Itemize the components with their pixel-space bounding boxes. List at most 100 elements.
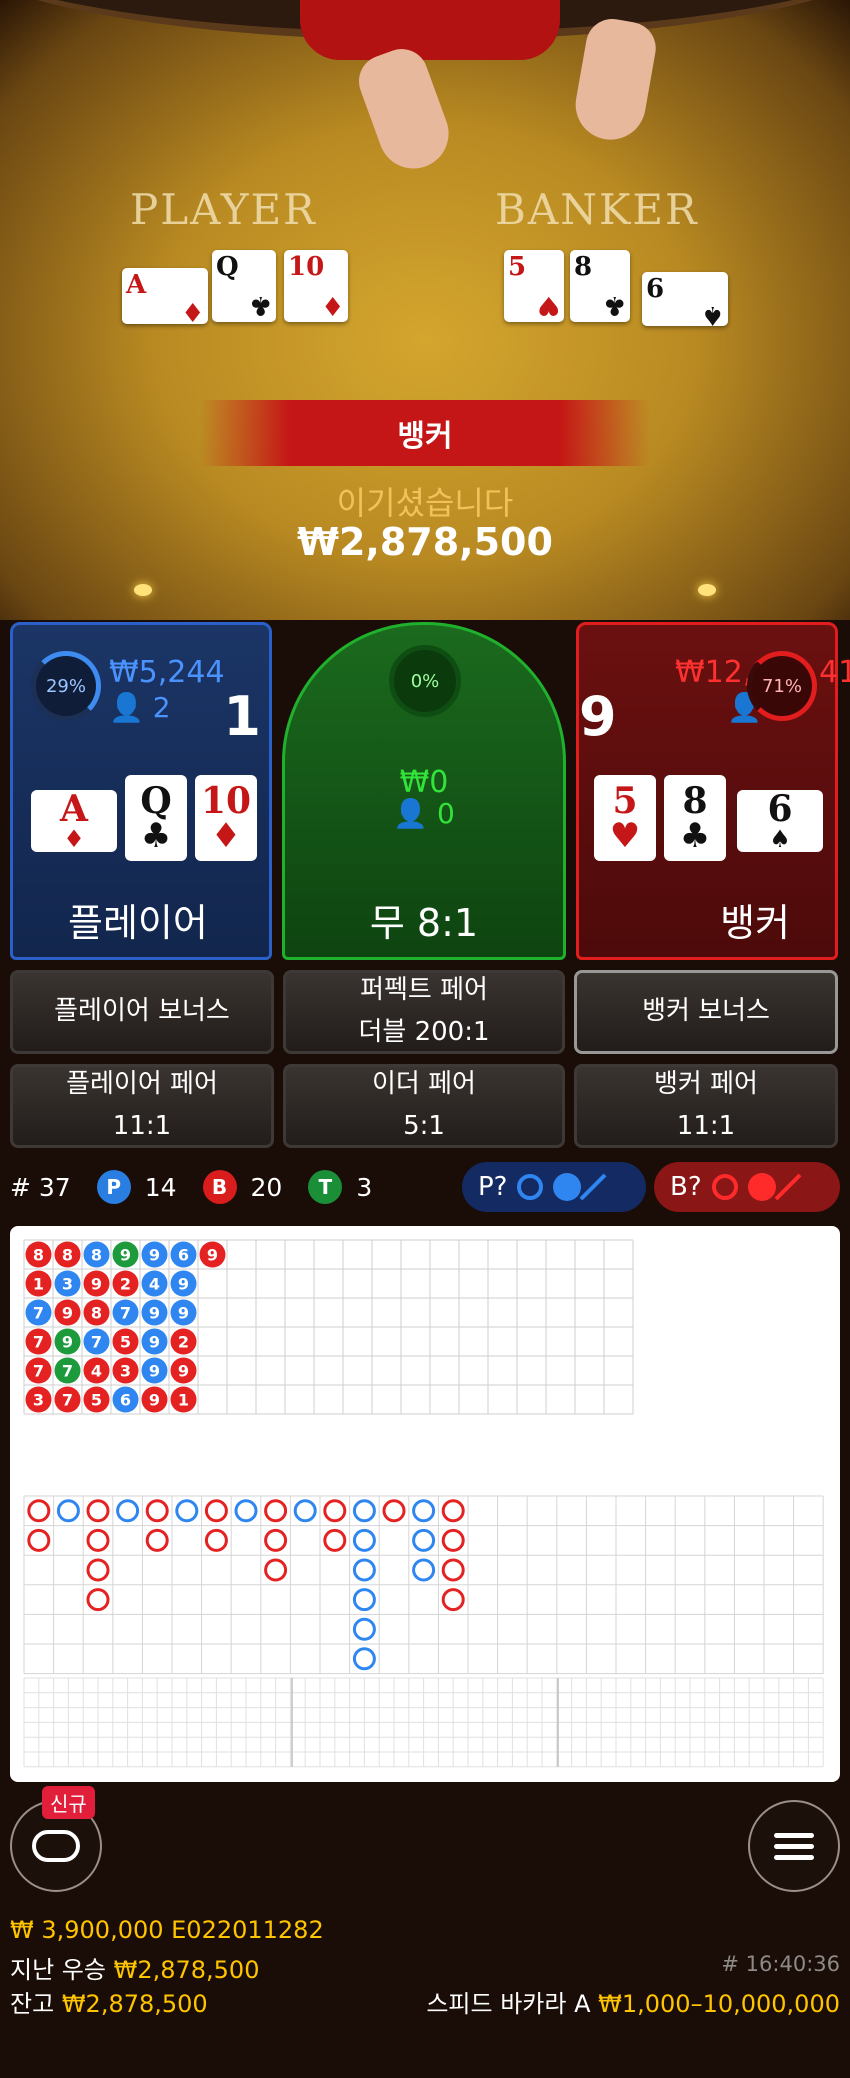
big-road-mark <box>145 1499 169 1523</box>
big-road-mark <box>145 1528 169 1552</box>
player-wins-icon: P <box>96 1170 131 1204</box>
bet-limits: ₩1,000–10,000,000 <box>598 1990 840 2018</box>
bead-road-value: 8 <box>33 1246 44 1265</box>
tie-bettor-count: 0 <box>436 797 455 830</box>
big-road-mark <box>441 1499 465 1523</box>
win-message: 이기셨습니다 <box>336 484 514 522</box>
table-lamp <box>134 584 152 596</box>
menu-button[interactable] <box>748 1800 840 1892</box>
player-bonus-button[interactable]: 플레이어 보너스 <box>10 970 274 1054</box>
card-rank: Q <box>140 780 172 822</box>
big-road-mark <box>441 1528 465 1552</box>
banker-zone-label: 뱅커 <box>720 901 790 945</box>
card-suit: ♠ <box>700 300 724 330</box>
big-road-mark <box>264 1499 288 1523</box>
card-suit: ♣ <box>248 290 272 320</box>
table-card-player-3: 10 ♦ <box>284 250 348 322</box>
slash-icon <box>580 1173 607 1201</box>
hollow-circle-icon <box>711 1174 738 1200</box>
big-road-mark <box>352 1558 376 1582</box>
banker-table-word: BANKER <box>495 185 699 234</box>
banker-pair-odds: 11:1 <box>676 1111 736 1141</box>
bead-road-value: 9 <box>149 1362 160 1381</box>
banker-percent: 71% <box>761 675 802 697</box>
big-road-mark <box>204 1528 228 1552</box>
player-bettors: 👤 2 <box>109 691 171 724</box>
banker-pair-label: 뱅커 페어 <box>654 1069 758 1100</box>
bead-road-value: 2 <box>178 1333 189 1352</box>
dealer-left-hand <box>351 41 459 179</box>
filled-circle-icon <box>553 1173 582 1201</box>
last-win: 지난 우승 ₩2,878,500 <box>10 1950 259 1985</box>
big-road-mark <box>382 1499 406 1523</box>
bead-road-value: 7 <box>33 1333 44 1352</box>
bead-road-value: 7 <box>33 1304 44 1323</box>
perfect-pair-button[interactable]: 퍼펙트 페어 더블 200:1 <box>283 970 565 1054</box>
big-road-mark <box>27 1499 51 1523</box>
big-road-mark <box>441 1588 465 1612</box>
person-icon: 👤 <box>109 691 144 724</box>
table-card-banker-2: 8 ♣ <box>570 250 630 322</box>
tie-percent-ring: 0% <box>389 645 461 717</box>
bead-road-value: 5 <box>120 1333 131 1352</box>
bead-road-value: 3 <box>33 1391 44 1410</box>
bead-road-value: 2 <box>120 1275 131 1294</box>
balance-label: 잔고 <box>10 1990 55 2018</box>
card-suit: ♠ <box>769 824 791 853</box>
hollow-circle-icon <box>517 1174 544 1200</box>
tie-bet-zone[interactable]: 0% ₩0 👤 0 무 8:1 <box>282 622 566 960</box>
player-percent-ring: 29% <box>31 651 101 721</box>
bead-road-value: 9 <box>149 1391 160 1410</box>
banker-ask-button[interactable]: B? <box>654 1162 840 1212</box>
player-percent: 29% <box>45 675 86 697</box>
big-road-mark <box>412 1499 436 1523</box>
card-suit: ♥ <box>609 816 641 856</box>
big-road-mark <box>56 1499 80 1523</box>
banker-wins-count: 20 <box>250 1172 283 1202</box>
card-suit: ♥ <box>536 290 560 320</box>
player-card-1: A ♦ <box>31 790 117 852</box>
card-suit: ♣ <box>602 290 626 320</box>
banker-bonus-button[interactable]: 뱅커 보너스 <box>574 970 838 1054</box>
bead-road-value: 8 <box>62 1246 73 1265</box>
banker-bet-zone[interactable]: ₩12,918.41 👤 6 71% 9 5♥ 8♣ 6♠ 뱅커 <box>576 622 850 960</box>
player-bet-zone[interactable]: 29% ₩5,244 👤 2 1 A ♦ Q ♣ 10 ♦ 플레이어 <box>10 622 272 960</box>
round-time: # 16:40:36 <box>721 1952 840 1976</box>
bead-road-value: 9 <box>178 1304 189 1323</box>
bead-road-value: 8 <box>91 1246 102 1265</box>
big-road-mark <box>293 1499 317 1523</box>
card-suit: ♦ <box>180 296 204 326</box>
big-road-mark <box>116 1499 140 1523</box>
card-suit: ♣ <box>140 816 172 856</box>
card-rank: 6 <box>767 788 793 830</box>
player-score: 1 <box>223 685 261 748</box>
player-ask-button[interactable]: P? <box>462 1162 646 1212</box>
card-rank: 6 <box>646 274 665 304</box>
big-road-mark <box>352 1588 376 1612</box>
big-road-mark <box>86 1499 110 1523</box>
big-road-mark <box>412 1528 436 1552</box>
either-pair-button[interactable]: 이더 페어 5:1 <box>283 1064 565 1148</box>
card-suit: ♣ <box>679 816 711 856</box>
bead-road-value: 9 <box>178 1275 189 1294</box>
banker-score: 9 <box>579 685 617 748</box>
either-pair-label: 이더 페어 <box>372 1069 476 1100</box>
banker-pair-button[interactable]: 뱅커 페어 11:1 <box>574 1064 838 1148</box>
bead-road-value: 8 <box>91 1304 102 1323</box>
table-card-banker-1: 5 ♥ <box>504 250 564 322</box>
card-rank: 10 <box>200 780 252 822</box>
player-total-bet: ₩5,244 <box>109 655 225 690</box>
bead-road-value: 6 <box>178 1246 189 1265</box>
filled-circle-icon <box>747 1173 776 1201</box>
player-ask-label: P? <box>478 1172 508 1202</box>
roads-svg: 8177738399778987459275369499996992919 <box>23 1239 824 1768</box>
card-rank: A <box>126 270 147 300</box>
balance-amount: ₩2,878,500 <box>61 1990 208 2018</box>
banker-wins-icon: B <box>202 1170 237 1204</box>
bead-road-value: 1 <box>33 1275 44 1294</box>
banker-card-1: 5 ♥ <box>594 775 656 861</box>
player-pair-label: 플레이어 페어 <box>66 1069 218 1100</box>
player-pair-button[interactable]: 플레이어 페어 11:1 <box>10 1064 274 1148</box>
balance: 잔고 ₩2,878,500 <box>10 1984 208 2019</box>
card-suit: ♦ <box>63 824 85 853</box>
